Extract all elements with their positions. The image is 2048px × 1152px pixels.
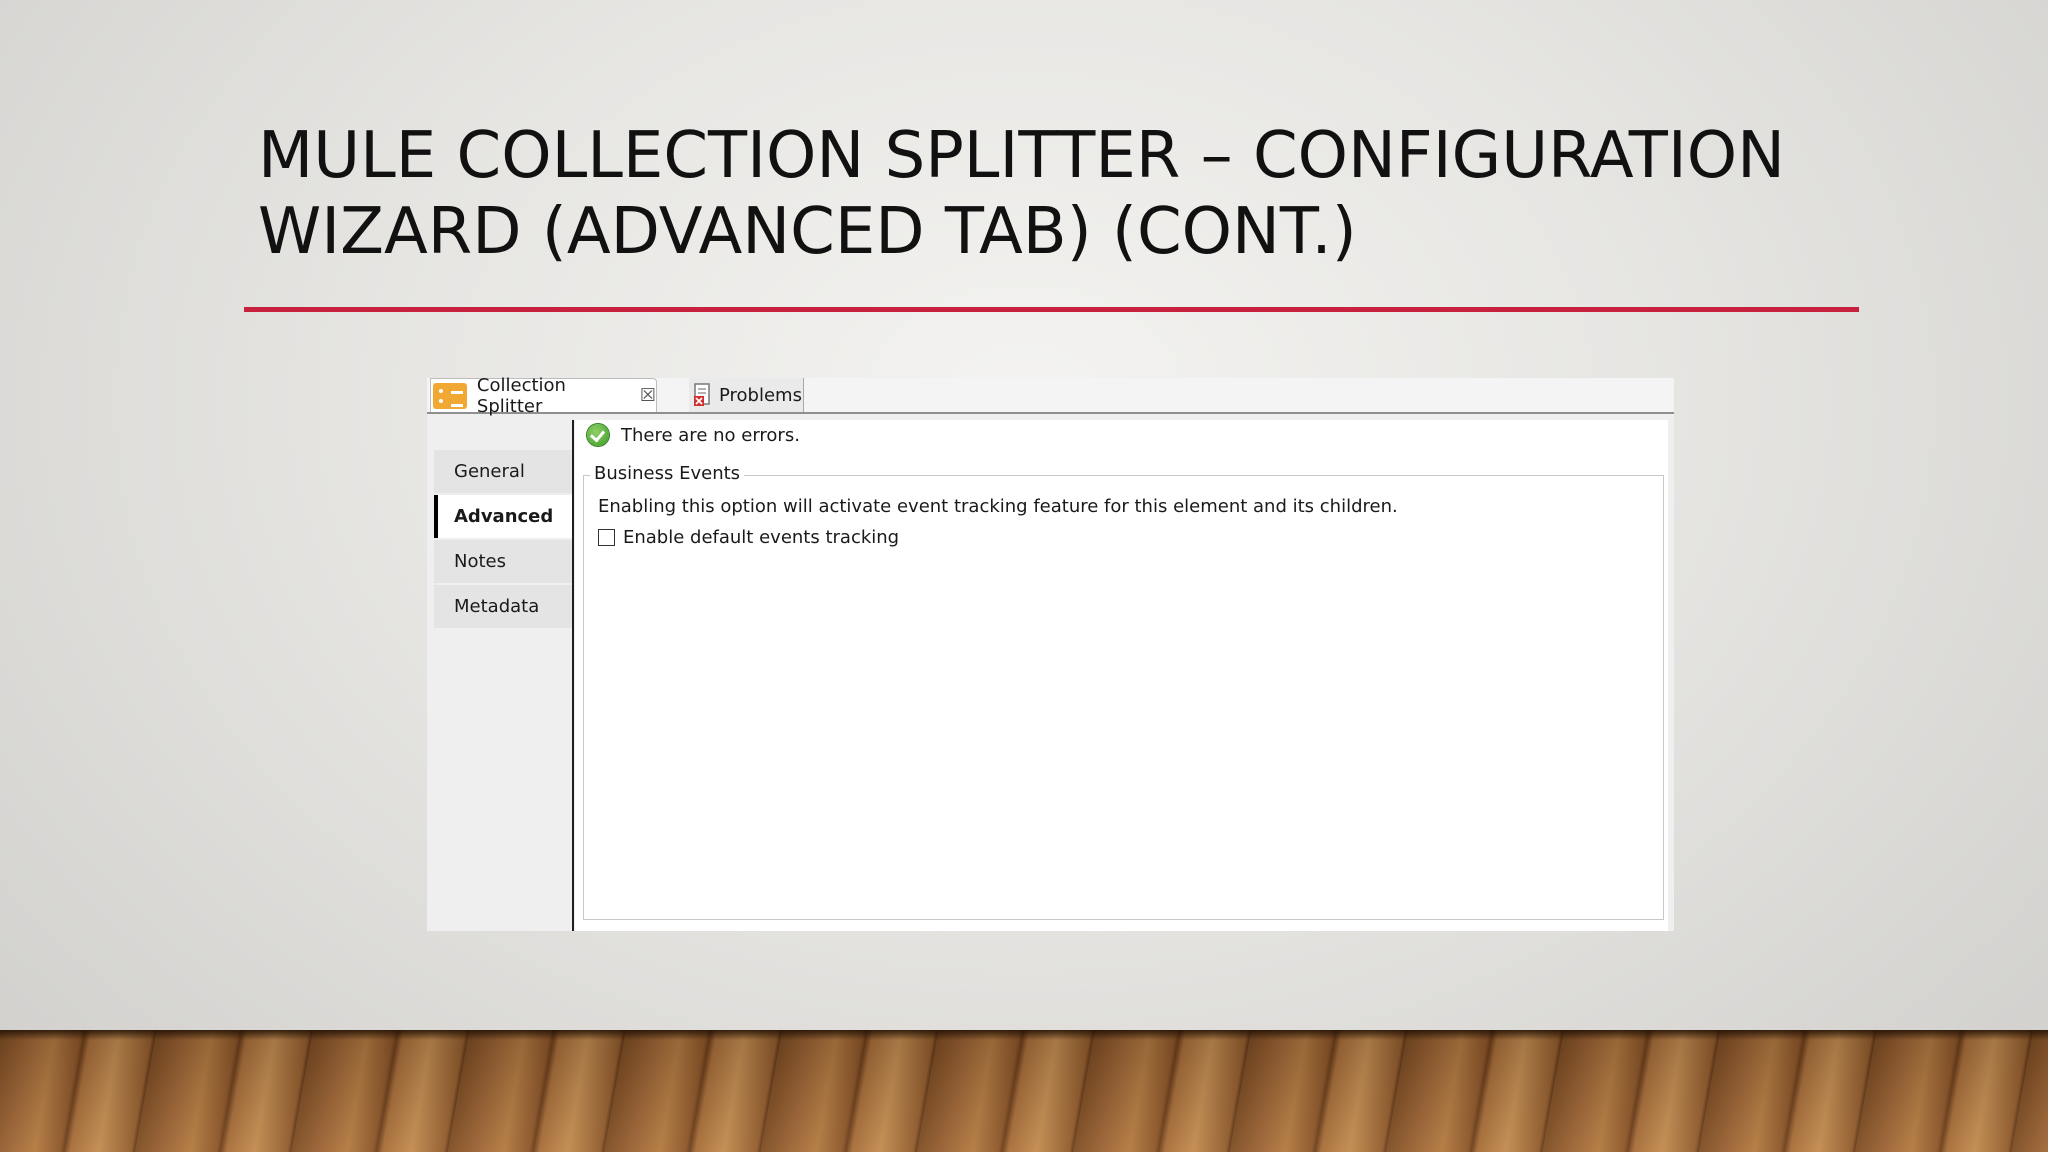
tab-label: Collection Splitter [476,374,566,417]
sidebar-item-general[interactable]: General [434,450,572,493]
sidebar-item-notes[interactable]: Notes [434,540,572,583]
slide-title-line2: WIZARD (ADVANCED TAB) (CONT.) [258,195,1357,269]
wood-floor-background [0,1030,2048,1152]
group-legend: Business Events [590,463,745,484]
sidebar-item-advanced[interactable]: Advanced [434,495,572,538]
enable-events-tracking-option[interactable]: Enable default events tracking [598,527,899,548]
advanced-panel: There are no errors. Business Events Ena… [575,420,1668,931]
sidebar-item-label: Notes [454,551,506,572]
panel-divider [572,420,574,931]
tab-problems[interactable]: Problems [689,378,804,412]
collection-splitter-icon [433,382,467,409]
ok-check-icon [587,424,609,446]
problems-icon [694,383,710,406]
sidebar: General Advanced Notes Metadata [434,450,572,630]
slide-title-line1: MULE COLLECTION SPLITTER – CONFIGURATION [258,119,1785,193]
tab-label: Problems [719,384,802,406]
properties-editor: Collection Splitter ☒ Problems General A… [427,375,1674,931]
status-text: There are no errors. [621,424,800,446]
status-message: There are no errors. [587,424,800,446]
close-icon[interactable]: ☒ [640,386,656,405]
title-underline [244,307,1859,312]
checkbox-label: Enable default events tracking [623,527,900,548]
sidebar-item-label: Metadata [454,596,540,617]
business-events-group: Business Events Enabling this option wil… [583,463,1664,920]
sidebar-item-label: Advanced [454,506,554,527]
slide-title: MULE COLLECTION SPLITTER – CONFIGURATION… [258,118,1878,270]
editor-tab-bar: Collection Splitter ☒ Problems [427,375,1674,417]
enable-events-tracking-checkbox[interactable] [598,529,615,546]
sidebar-item-metadata[interactable]: Metadata [434,585,572,628]
group-description: Enabling this option will activate event… [598,496,1398,517]
tab-collection-splitter[interactable]: Collection Splitter ☒ [430,375,657,417]
sidebar-item-label: General [454,461,525,482]
